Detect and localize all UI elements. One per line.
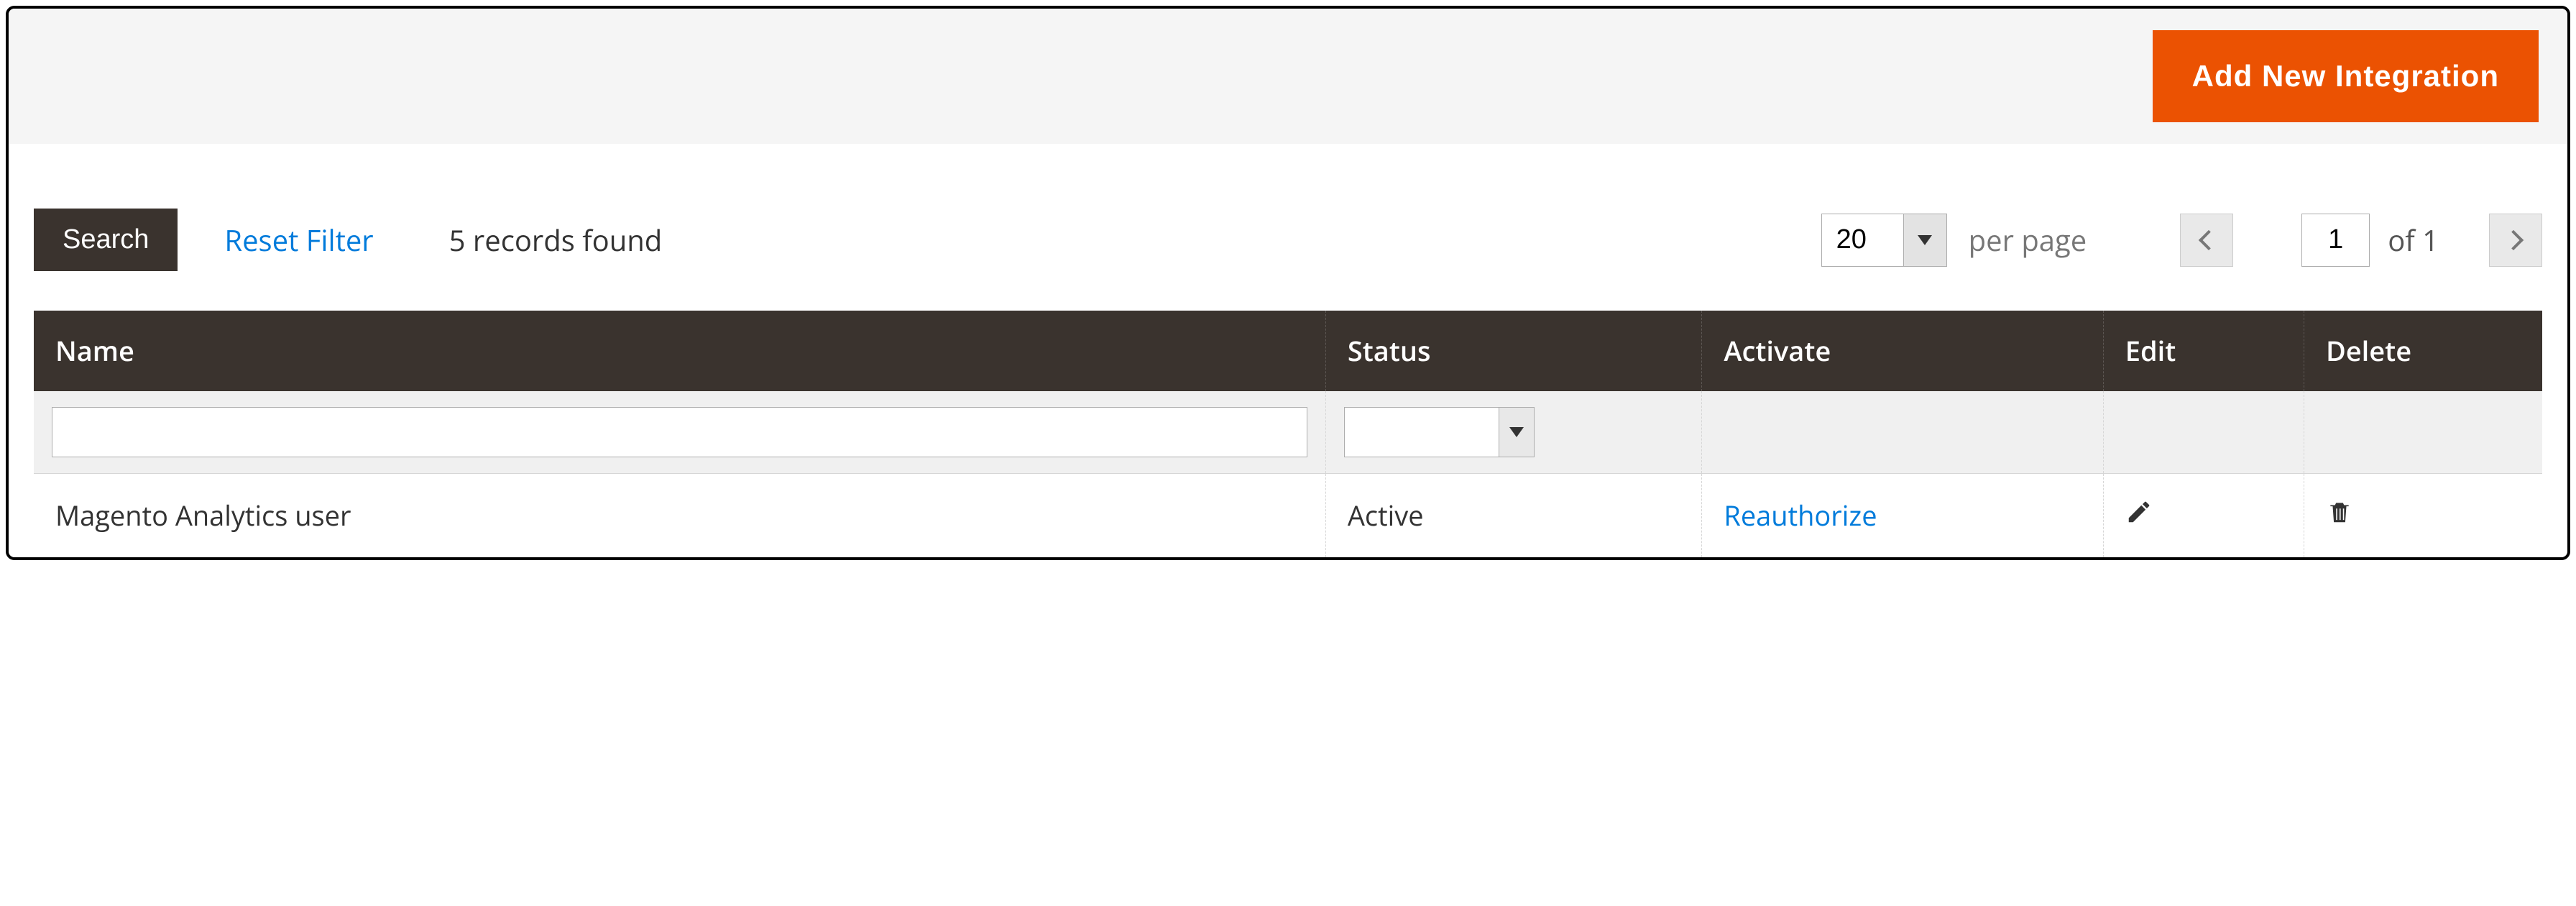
- pager-group: of 1: [2180, 214, 2542, 267]
- per-page-group: per page: [1821, 214, 2152, 267]
- cell-name: Magento Analytics user: [34, 474, 1325, 558]
- edit-icon[interactable]: [2125, 497, 2153, 534]
- integrations-table: Name Status Activate Edit Delete: [34, 311, 2542, 557]
- column-header-status[interactable]: Status: [1325, 311, 1702, 391]
- records-found-label: 5 records found: [449, 220, 663, 260]
- chevron-down-icon: [1918, 235, 1932, 245]
- reauthorize-link[interactable]: Reauthorize: [1724, 497, 1877, 534]
- column-header-edit: Edit: [2103, 311, 2304, 391]
- prev-page-button[interactable]: [2180, 214, 2233, 267]
- reset-filter-link[interactable]: Reset Filter: [224, 220, 373, 260]
- column-header-activate: Activate: [1702, 311, 2103, 391]
- current-page-input[interactable]: [2301, 214, 2370, 267]
- chevron-right-icon: [2503, 229, 2524, 250]
- page-size-input[interactable]: [1821, 214, 1904, 267]
- cell-status: Active: [1325, 474, 1702, 558]
- total-pages-label: of 1: [2388, 220, 2439, 260]
- add-new-integration-button[interactable]: Add New Integration: [2153, 30, 2539, 122]
- filter-status-dropdown-button[interactable]: [1499, 407, 1535, 457]
- chevron-left-icon: [2199, 229, 2219, 250]
- filter-row: [34, 391, 2542, 474]
- table-row[interactable]: Magento Analytics user Active Reauthoriz…: [34, 474, 2542, 558]
- per-page-label: per page: [1969, 220, 2087, 260]
- chevron-down-icon: [1509, 427, 1524, 437]
- filter-status-select[interactable]: [1344, 407, 1499, 457]
- search-button[interactable]: Search: [34, 209, 178, 271]
- column-header-name[interactable]: Name: [34, 311, 1325, 391]
- delete-icon[interactable]: [2326, 497, 2353, 534]
- filter-name-input[interactable]: [52, 407, 1307, 457]
- header-bar: Add New Integration: [9, 9, 2567, 144]
- column-header-delete: Delete: [2304, 311, 2542, 391]
- toolbar: Search Reset Filter 5 records found per …: [9, 209, 2567, 271]
- next-page-button[interactable]: [2489, 214, 2542, 267]
- page-size-dropdown[interactable]: [1904, 214, 1947, 267]
